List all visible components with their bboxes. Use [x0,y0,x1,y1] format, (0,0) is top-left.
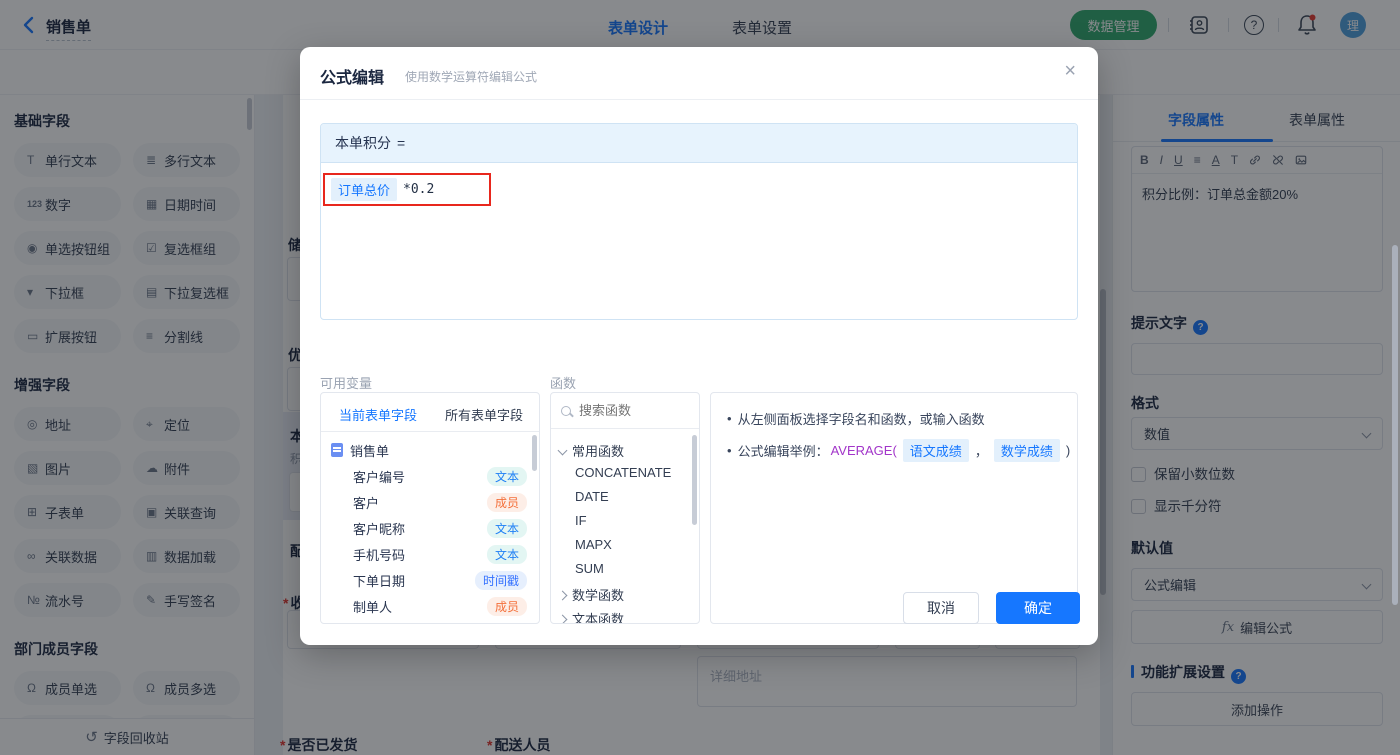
type-badge: 文本 [486,544,527,564]
function-name: AVERAGE( [830,443,897,458]
function-item[interactable]: IF [575,513,587,528]
app-root: 销售单 表单设计 表单设置 数据管理 ? 理 表单外链 后端脚本 数据权 预览 … [0,0,1400,755]
variable-row[interactable]: 下单日期 时间戳 [321,567,539,593]
bullet: • [727,443,732,458]
functions-label: 函数 [550,376,577,391]
type-badge: 成员 [486,492,527,512]
group-common-functions[interactable]: 常用函数 [557,441,624,460]
hint-line-1: • 从左侧面板选择字段名和函数，或输入函数 [727,411,985,427]
variables-tabs: 当前表单字段 所有表单字段 [321,393,539,432]
example-chip: 数学成绩 [993,439,1060,462]
annotation-highlight: 订单总价 *0.2 [323,173,491,206]
variable-row[interactable]: 手机号码 文本 [321,541,539,567]
formula-expression[interactable]: *0.2 [403,182,434,197]
type-badge: 文本 [486,518,527,538]
chevron-right-icon [557,590,568,601]
variable-row[interactable]: 客户昵称 文本 [321,515,539,541]
variable-row[interactable]: 客户 成员 [321,489,539,515]
form-tree-node[interactable]: 销售单 [321,437,539,463]
function-item[interactable]: MAPX [575,537,612,552]
group-math-functions[interactable]: 数学函数 [557,585,624,604]
functions-scrollbar[interactable] [692,435,697,525]
chevron-right-icon [557,614,568,623]
type-badge: 成员 [486,596,527,616]
variables-scrollbar[interactable] [532,435,537,471]
bullet: • [727,411,732,426]
variable-row[interactable]: 客户编号 文本 [321,463,539,489]
equals-sign: = [397,135,406,151]
modal-title: 公式编辑 [320,70,385,87]
function-item[interactable]: SUM [575,561,604,576]
function-item[interactable]: DATE [575,489,609,504]
function-item[interactable]: CONCATENATE [575,465,671,480]
modal-subtitle: 使用数学运算符编辑公式 [405,70,538,84]
tab-current-form-fields[interactable]: 当前表单字段 [339,405,417,424]
chevron-down-icon [557,445,568,456]
variables-label: 可用变量 [320,376,373,391]
formula-target-field: 本单积分 [335,135,391,151]
group-text-functions[interactable]: 文本函数 [557,609,624,623]
type-badge: 文本 [486,466,527,486]
field-chip[interactable]: 订单总价 [331,178,398,201]
tab-all-form-fields[interactable]: 所有表单字段 [445,405,523,424]
confirm-button[interactable]: 确定 [996,592,1080,624]
close-icon[interactable]: × [1064,61,1076,81]
type-badge: 时间戳 [474,570,527,590]
search-icon [561,405,571,416]
search-input[interactable] [579,403,679,418]
formula-target-row: 本单积分 = [321,124,1077,163]
variables-panel: 当前表单字段 所有表单字段 销售单 客户编号 文本 客户 成员 客户昵称 文本 手机号… [320,392,540,624]
modal-header: 公式编辑 使用数学运算符编辑公式 × [300,47,1098,100]
example-chip: 语文成绩 [902,439,969,462]
hint-panel: • 从左侧面板选择字段名和函数，或输入函数 • 公式编辑举例： AVERAGE( 语… [710,392,1078,624]
variable-row[interactable]: 制单人 成员 [321,593,539,619]
functions-panel: 常用函数 CONCATENATE DATE IF MAPX SUM 数学函数 文… [550,392,700,624]
hint-line-2: • 公式编辑举例： AVERAGE( 语文成绩 ， 数学成绩 ) [727,439,1070,462]
function-search[interactable] [551,393,699,429]
formula-editor[interactable]: 本单积分 = 订单总价 *0.2 [320,123,1078,320]
page-scrollbar[interactable] [1392,245,1398,605]
formula-editor-modal: 公式编辑 使用数学运算符编辑公式 × 本单积分 = 订单总价 *0.2 可用变量… [300,47,1098,645]
cancel-button[interactable]: 取消 [903,592,979,624]
form-doc-icon [331,443,343,457]
